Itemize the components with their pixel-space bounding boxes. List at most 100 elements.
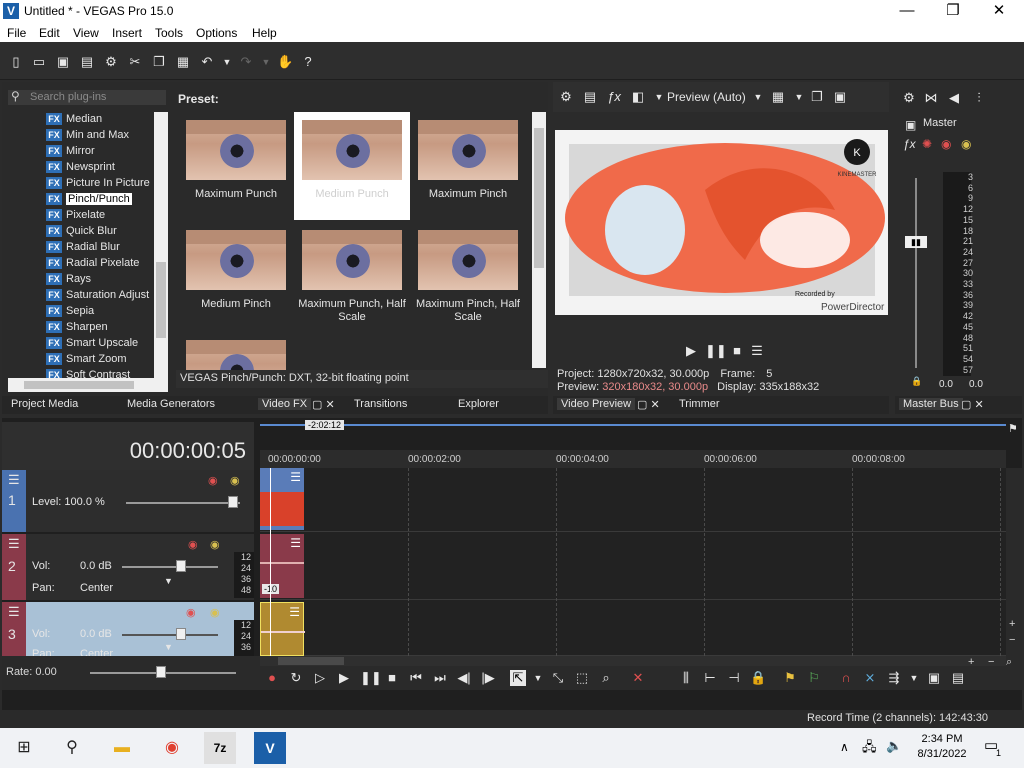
menu-tools[interactable]: Tools [155,26,183,40]
track-menu-icon[interactable]: ☰ [8,536,20,552]
next-frame-icon[interactable]: |▶ [480,670,496,686]
record-icon[interactable]: ● [264,670,280,686]
pause-icon[interactable]: ❚❚ [360,670,382,686]
lock-envelopes-icon[interactable]: ▣ [926,670,942,686]
new-icon[interactable]: ▯ [8,54,24,70]
loop-bar[interactable] [260,424,1006,426]
copy-snapshot-icon[interactable]: ❐ [809,89,825,105]
level-slider[interactable] [126,502,240,504]
auto-crossfade-icon[interactable]: ⨯ [862,670,878,686]
save-as-icon[interactable]: ▤ [79,54,95,70]
vol-slider-knob[interactable] [176,560,186,572]
tab-project-media[interactable]: Project Media [11,398,78,410]
menu-view[interactable]: View [73,26,99,40]
plugin-item[interactable]: FX Picture In Picture [46,177,150,193]
help-icon[interactable]: ? [300,54,316,70]
automation-icon[interactable]: ✺ [922,137,932,151]
plugin-list-scrollbar[interactable] [154,112,168,378]
previous-frame-icon[interactable]: ◀| [456,670,472,686]
scroll-thumb[interactable] [534,128,544,268]
tab-video-preview[interactable]: Video Preview [557,398,636,410]
ripple-dropdown-icon[interactable]: ▼ [906,670,922,686]
region-icon[interactable]: ⚐ [806,670,822,686]
zoom-out-icon[interactable]: − [1009,634,1015,646]
volume-icon[interactable]: 🔈 [886,738,902,754]
overlays-dropdown-icon[interactable]: ▼ [791,89,807,105]
plugin-item[interactable]: FX Newsprint [46,161,115,177]
split-dropdown-icon[interactable]: ▼ [651,89,667,105]
chrome-icon[interactable]: ◉ [156,732,188,764]
network-icon[interactable]: 🖧 [862,738,877,760]
mixer-icon[interactable]: ⫶ [971,90,987,106]
preset-item[interactable] [178,332,294,370]
trim-start-icon[interactable]: ⊢ [702,670,718,686]
redo-icon[interactable]: ↷ [238,54,254,70]
loop-icon[interactable]: ↻ [288,670,304,686]
menu-options[interactable]: Options [196,26,237,40]
maximize-button[interactable]: ❐ [930,0,976,23]
marker-flag-icon[interactable]: ⚑ [1008,422,1018,435]
event-menu-icon[interactable]: ☰ [289,605,300,619]
solo-icon[interactable]: ◉ [961,137,971,151]
play-icon[interactable]: ▶ [683,343,699,359]
dim-output-icon[interactable]: ◀ [946,90,962,106]
mute-icon[interactable]: ◉ [941,137,951,151]
preview-device-icon[interactable]: ▤ [582,89,598,105]
go-to-start-icon[interactable]: ⏮ [408,670,424,686]
scroll-thumb[interactable] [24,381,134,389]
scroll-thumb[interactable] [278,657,344,665]
tab-video-fx-close-icon[interactable]: ▢ ✕ [312,398,335,411]
plugin-item[interactable]: FX Saturation Adjust [46,289,149,305]
video-lane[interactable] [260,468,1006,532]
zoom-in-icon[interactable]: + [1009,618,1015,630]
paste-icon[interactable]: ▦ [175,54,191,70]
play-from-start-icon[interactable]: ▷ [312,670,328,686]
plugin-item[interactable]: FX Sharpen [46,321,108,337]
preset-item[interactable]: Maximum Pinch [410,112,526,220]
zoom-tool-icon[interactable]: ⌕ [598,670,614,686]
tab-video-preview-close-icon[interactable]: ▢ ✕ [637,398,660,411]
undo-icon[interactable]: ↶ [199,54,215,70]
track-solo-icon[interactable]: ◉ [210,538,220,551]
preset-item[interactable]: Maximum Punch, Half Scale [294,222,410,330]
file-explorer-icon[interactable]: ▬ [106,732,138,764]
plugin-item[interactable]: FX Soft Contrast [46,369,130,378]
preview-quality-select[interactable]: Preview (Auto) [667,90,746,104]
tab-master-bus[interactable]: Master Bus [899,398,963,410]
save-icon[interactable]: ▣ [55,54,71,70]
track-menu-icon[interactable]: ☰ [8,472,20,488]
vol-slider[interactable] [122,566,218,568]
vegas-icon[interactable]: V [254,732,286,764]
master-fader-knob[interactable]: ▮▮ [905,236,927,248]
split-icon[interactable]: ⫼ [678,670,694,686]
menu-insert[interactable]: Insert [112,26,142,40]
go-to-end-icon[interactable]: ⏭ [432,670,448,686]
hand-icon[interactable]: ✋ [277,54,293,70]
preset-item-selected[interactable]: Medium Punch [294,112,410,220]
video-fx-icon[interactable]: ƒx [606,89,622,105]
trim-end-icon[interactable]: ⊣ [726,670,742,686]
video-event-clip[interactable]: ☰ [260,468,304,530]
save-snapshot-icon[interactable]: ▣ [832,89,848,105]
scroll-thumb[interactable] [156,262,166,338]
menu-help[interactable]: Help [252,26,277,40]
tab-master-bus-close-icon[interactable]: ▢ ✕ [961,398,984,411]
timeline-vscrollbar[interactable]: + − [1006,468,1022,656]
timeline-zoom-out-icon[interactable]: − [988,656,994,668]
timeline-zoom-icon[interactable]: ⌕ [1006,656,1012,669]
preset-scrollbar[interactable] [532,112,546,368]
timeline-hscrollbar[interactable] [260,656,1006,666]
lock-icon[interactable]: 🔒 [911,376,922,387]
plugin-item[interactable]: FX Smart Zoom [46,353,127,369]
pause-icon[interactable]: ❚❚ [705,343,727,359]
audio-event-clip-2[interactable]: ☰ -10 [260,534,304,598]
menu-icon[interactable]: ☰ [749,343,765,359]
plugin-list-hscrollbar[interactable] [8,378,168,392]
event-menu-icon[interactable]: ☰ [290,470,301,484]
selection-tool-icon[interactable]: ⬚ [574,670,590,686]
marker-icon[interactable]: ⚑ [782,670,798,686]
track-header-audio-2[interactable]: ☰ 2 ◉ ◉ Vol: 0.0 dB Pan: Center ▼ 12 24 36… [2,534,254,600]
normal-edit-tool-icon[interactable]: ⇱ [510,670,526,686]
event-menu-icon[interactable]: ☰ [290,536,301,550]
master-checkbox-icon[interactable]: ▣ [905,118,916,132]
